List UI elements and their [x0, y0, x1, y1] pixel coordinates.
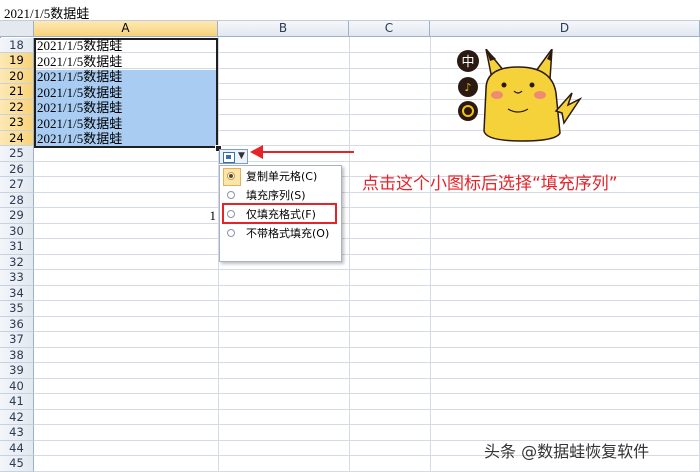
row-header[interactable]: 31 — [0, 239, 34, 255]
row-header[interactable]: 44 — [0, 440, 34, 456]
gridline — [34, 284, 700, 286]
gridline — [34, 222, 700, 224]
row-header[interactable]: 43 — [0, 425, 34, 441]
menu-item-label: 不带格式填充(O) — [246, 227, 330, 240]
row-header[interactable]: 26 — [0, 161, 34, 177]
select-all-corner[interactable] — [0, 21, 34, 37]
row-header[interactable]: 29 — [0, 208, 34, 224]
column-header-a[interactable]: A — [34, 21, 218, 37]
gridline — [34, 362, 700, 363]
right-eye — [529, 82, 535, 88]
row-header[interactable]: 32 — [0, 254, 34, 270]
row-header[interactable]: 41 — [0, 394, 34, 410]
cell-a22[interactable]: 2021/1/5数据蛙 — [35, 100, 218, 116]
row-header[interactable]: 27 — [0, 177, 34, 193]
column-header-d[interactable]: D — [430, 21, 700, 37]
red-arrow-line — [262, 151, 354, 153]
spreadsheet-grid[interactable]: A B C D 18 19 20 21 22 23 24 25 26 27 28 29 30 31 32 33… — [0, 21, 700, 472]
gridline — [34, 253, 700, 255]
row-header[interactable]: 38 — [0, 347, 34, 363]
cell-a18[interactable]: 2021/1/5数据蛙 — [35, 38, 218, 54]
autofill-options-icon — [223, 152, 235, 163]
row-header[interactable]: 35 — [0, 301, 34, 317]
row-header[interactable]: 37 — [0, 332, 34, 348]
pikachu-body — [483, 66, 561, 142]
gridline — [34, 408, 700, 410]
formula-bar[interactable]: 2021/1/5数据蛙 — [0, 0, 700, 21]
cell-a20[interactable]: 2021/1/5数据蛙 — [35, 69, 218, 85]
row-header[interactable]: 18 — [0, 37, 34, 53]
row-header[interactable]: 33 — [0, 270, 34, 286]
gridline — [430, 37, 431, 472]
right-cheek — [534, 91, 546, 99]
gridline — [34, 346, 700, 348]
column-header-c[interactable]: C — [349, 21, 430, 37]
gridline — [34, 160, 700, 162]
cell-a23[interactable]: 2021/1/5数据蛙 — [35, 116, 218, 132]
row-header[interactable]: 25 — [0, 146, 34, 162]
row-header[interactable]: 24 — [0, 130, 34, 146]
row-header[interactable]: 20 — [0, 68, 34, 84]
gridline — [34, 238, 700, 239]
row-header[interactable]: 19 — [0, 53, 34, 69]
cell-a24[interactable]: 2021/1/5数据蛙 — [35, 131, 218, 147]
gridline — [34, 377, 700, 379]
settings-badge-icon — [458, 101, 478, 121]
fill-series-highlight-box — [222, 203, 337, 224]
row-header[interactable]: 30 — [0, 223, 34, 239]
gridline — [34, 331, 700, 332]
row-header[interactable]: 22 — [0, 99, 34, 115]
annotation-text: 点击这个小图标后选择“填充序列” — [362, 174, 618, 194]
left-eye — [501, 82, 507, 88]
radio-icon — [227, 191, 235, 199]
watermark: 头条 @数据蛙恢复软件 — [484, 442, 650, 461]
row-header[interactable]: 39 — [0, 363, 34, 379]
badge-text: 中 — [461, 55, 474, 70]
row-header[interactable]: 45 — [0, 456, 34, 472]
cell-a21[interactable]: 2021/1/5数据蛙 — [35, 85, 218, 101]
cell-b29[interactable]: 1 — [180, 208, 217, 224]
row-header[interactable]: 34 — [0, 285, 34, 301]
gridline — [34, 470, 700, 472]
row-header[interactable]: 23 — [0, 115, 34, 131]
row-header[interactable]: 28 — [0, 192, 34, 208]
gridline — [34, 393, 700, 394]
gridline — [349, 37, 350, 472]
dropdown-arrow-icon: ▼ — [238, 151, 245, 161]
music-note-glyph: ♪ — [464, 81, 471, 94]
row-header[interactable]: 40 — [0, 378, 34, 394]
row-header[interactable]: 36 — [0, 316, 34, 332]
menu-item-fill-without-formatting[interactable]: 不带格式填充(O) — [222, 225, 341, 243]
menu-item-copy-cells[interactable]: 复制单元格(C) — [222, 168, 341, 186]
row-header[interactable]: 21 — [0, 84, 34, 100]
radio-checked-icon — [227, 172, 235, 180]
radio-icon — [227, 229, 235, 237]
gridline — [34, 269, 700, 270]
pikachu-sticker: 中 ♪ — [457, 49, 582, 142]
gridline — [34, 424, 700, 425]
column-header-b[interactable]: B — [218, 21, 349, 37]
gridline — [34, 300, 700, 301]
cell-a19[interactable]: 2021/1/5数据蛙 — [35, 54, 218, 70]
gridline — [34, 315, 700, 317]
gridline — [34, 207, 700, 208]
pikachu-tail — [554, 92, 582, 125]
row-header[interactable]: 42 — [0, 409, 34, 425]
autofill-options-button[interactable]: ▼ — [219, 149, 248, 164]
menu-item-label: 复制单元格(C) — [246, 170, 318, 183]
left-cheek — [491, 91, 503, 99]
